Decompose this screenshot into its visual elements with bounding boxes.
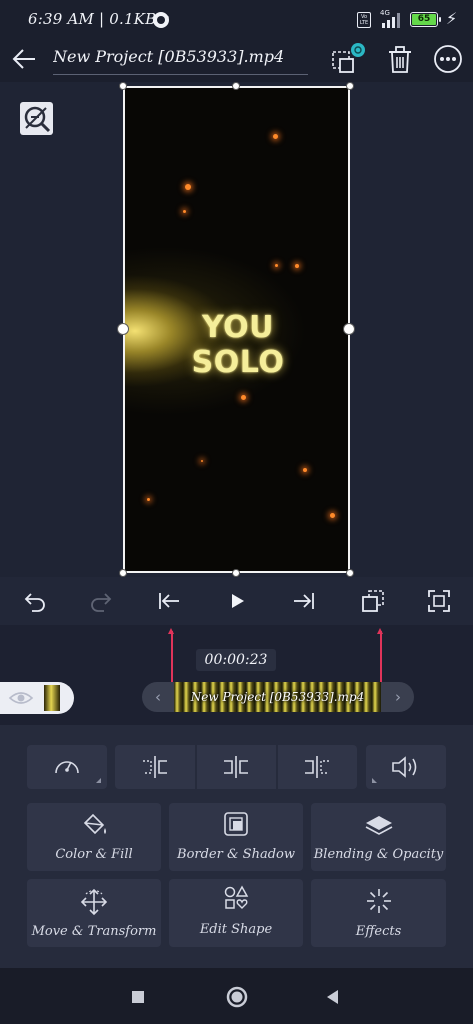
clip-label: New Project [0B53933].mp4: [190, 690, 365, 704]
speaker-icon: [392, 756, 417, 778]
recents-icon[interactable]: [123, 982, 153, 1012]
resize-handle-bottom-left[interactable]: [119, 569, 127, 577]
trim-end-marker[interactable]: [377, 628, 383, 689]
volume-button[interactable]: [366, 745, 446, 789]
speedometer-icon: [55, 761, 79, 774]
edit-shape-label: Edit Shape: [199, 922, 273, 937]
move-transform-label: Move & Transform: [31, 924, 157, 939]
border-shadow-label: Border & Shadow: [177, 847, 295, 862]
resize-handle-top-right[interactable]: [346, 82, 354, 90]
charging-icon: ⚡: [446, 9, 458, 28]
color-fill-button[interactable]: Color & Fill: [27, 803, 161, 871]
resize-handle-right[interactable]: [343, 323, 355, 335]
trash-icon[interactable]: [386, 44, 414, 76]
undo-icon[interactable]: [20, 587, 48, 615]
screen-record-icon: [153, 12, 169, 28]
home-icon[interactable]: [222, 982, 252, 1012]
blending-opacity-label: Blending & Opacity: [313, 847, 444, 862]
system-navigation-bar: [0, 968, 473, 1024]
dropdown-corner-icon: [372, 778, 377, 783]
speed-button[interactable]: [27, 745, 107, 789]
fullscreen-icon[interactable]: [425, 587, 453, 615]
battery-icon: 65: [410, 12, 441, 27]
chevron-right-icon[interactable]: ›: [382, 682, 414, 712]
resize-handle-left[interactable]: [117, 323, 129, 335]
redo-icon[interactable]: [88, 587, 116, 615]
edit-shape-button[interactable]: Edit Shape: [169, 879, 303, 947]
spark: [147, 498, 150, 501]
status-bar: 6:39 AM | 0.1KB/s Vo LTE 4G 65 ⚡: [0, 0, 473, 38]
color-fill-label: Color & Fill: [55, 847, 133, 862]
align-left-icon[interactable]: [140, 754, 170, 780]
resize-handle-bottom[interactable]: [232, 569, 240, 577]
shapes-icon: [224, 885, 249, 909]
spark: [330, 513, 335, 518]
effects-button[interactable]: Effects: [311, 879, 446, 947]
status-time: 6:39 AM | 0.1KB/s: [28, 10, 170, 28]
jump-to-start-icon[interactable]: [155, 587, 183, 615]
playback-toolbar: [0, 577, 473, 625]
divider: [195, 745, 197, 789]
sparkle-icon: [367, 889, 391, 913]
video-caption: YOU SOLO: [191, 310, 285, 380]
border-shadow-icon: [224, 812, 248, 836]
more-options-icon[interactable]: [433, 44, 463, 74]
spark: [183, 210, 186, 213]
volte-icon: Vo LTE: [357, 12, 371, 28]
project-title[interactable]: New Project [0B53933].mp4: [53, 47, 308, 75]
spark: [201, 460, 203, 462]
jump-to-end-icon[interactable]: [290, 587, 318, 615]
layer-thumbnail: [44, 685, 60, 711]
timeline[interactable]: 00:00:23 ‹ › New Project [0B53933].mp4: [0, 625, 473, 725]
border-shadow-button[interactable]: Border & Shadow: [169, 803, 303, 871]
blending-opacity-button[interactable]: Blending & Opacity: [311, 803, 446, 871]
app-bar: New Project [0B53933].mp4: [0, 38, 473, 82]
playhead-timecode: 00:00:23: [196, 649, 276, 671]
resize-handle-bottom-right[interactable]: [346, 569, 354, 577]
layers-icon[interactable]: [329, 42, 367, 78]
resize-handle-top[interactable]: [232, 82, 240, 90]
move-arrows-icon: [80, 888, 108, 916]
spark: [185, 184, 191, 190]
eye-icon: [8, 692, 34, 704]
signal-icon: [382, 13, 400, 28]
resize-handle-top-left[interactable]: [119, 82, 127, 90]
back-arrow-icon[interactable]: [10, 44, 38, 74]
align-center-icon[interactable]: [221, 754, 251, 780]
effects-label: Effects: [355, 924, 402, 939]
play-icon[interactable]: [223, 587, 251, 615]
align-button-group: [115, 745, 357, 789]
layers-stack-icon: [365, 816, 393, 835]
paint-bucket-icon: [83, 813, 106, 835]
trim-start-marker[interactable]: [168, 628, 174, 689]
spark: [241, 395, 246, 400]
align-right-icon[interactable]: [302, 754, 332, 780]
spark: [295, 264, 299, 268]
chevron-left-icon[interactable]: ‹: [142, 682, 174, 712]
duplicate-icon[interactable]: [359, 587, 387, 615]
spark: [303, 468, 307, 472]
divider: [276, 745, 278, 789]
dropdown-corner-icon: [96, 778, 101, 783]
layer-visibility-toggle[interactable]: [0, 682, 74, 714]
spark: [275, 264, 278, 267]
spark: [273, 134, 278, 139]
battery-level: 65: [412, 14, 436, 25]
back-nav-icon[interactable]: [318, 982, 348, 1012]
video-preview[interactable]: YOU SOLO: [123, 86, 350, 573]
video-clip[interactable]: New Project [0B53933].mp4: [174, 682, 381, 712]
move-transform-button[interactable]: Move & Transform: [27, 879, 161, 947]
zoom-toggle-icon[interactable]: [20, 102, 53, 135]
